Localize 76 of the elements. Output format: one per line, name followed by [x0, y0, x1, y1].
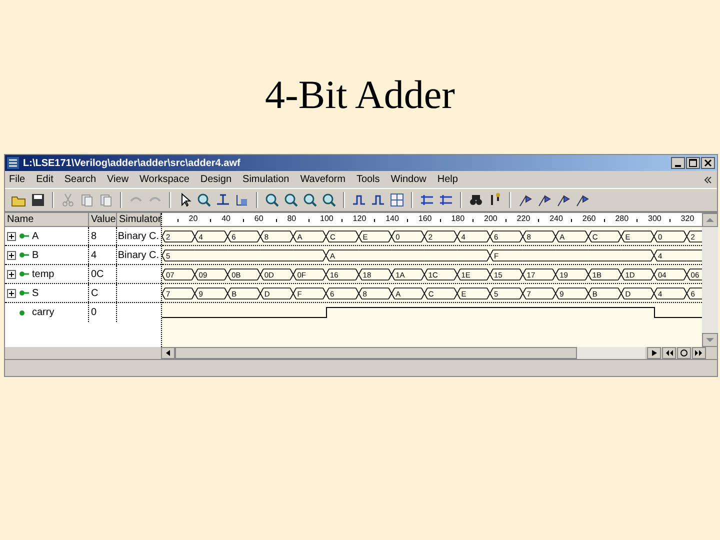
rewind-button[interactable] — [662, 347, 676, 359]
tick-label: 260 — [582, 214, 596, 223]
menu-item[interactable]: Tools — [356, 174, 380, 185]
signal-name[interactable]: B — [32, 250, 39, 260]
tick-label: 280 — [615, 214, 629, 223]
play-button[interactable] — [647, 347, 661, 359]
expand-icon[interactable] — [7, 270, 16, 278]
tick-label: 40 — [222, 214, 230, 223]
menu-item[interactable]: Workspace — [140, 174, 190, 185]
app-icon — [7, 157, 19, 169]
menu-item[interactable]: Window — [390, 174, 426, 185]
tick-label: 80 — [287, 214, 296, 223]
tick-label: 160 — [418, 214, 432, 223]
menu-item[interactable]: Waveform — [300, 174, 346, 185]
slide-title: 4-Bit Adder — [264, 71, 456, 119]
tick-label: 180 — [451, 214, 465, 223]
expand-icon[interactable] — [7, 288, 16, 298]
column-header[interactable]: Simulator — [117, 213, 161, 227]
expand-icon[interactable] — [7, 250, 16, 260]
tick-label: 300 — [648, 214, 662, 223]
menu-item[interactable]: Search — [64, 174, 96, 185]
window-title: L:\LSE171\Verilog\adder\adder\src\adder4.awf — [23, 158, 240, 168]
zoom-fit-icon[interactable] — [302, 192, 318, 208]
tick-label: 120 — [352, 214, 366, 223]
horizontal-scrollbar[interactable] — [161, 347, 645, 359]
expand-icon[interactable] — [7, 232, 16, 240]
zoom-icon[interactable] — [196, 192, 212, 208]
tick-label: 60 — [254, 214, 264, 223]
zoom-out-icon[interactable] — [283, 192, 299, 208]
signal-icon — [19, 232, 29, 240]
close-button[interactable] — [701, 157, 715, 169]
signal-value: C — [91, 288, 98, 298]
tick-label: 200 — [484, 214, 498, 223]
signal-icon — [19, 289, 29, 297]
chevron-icon[interactable] — [703, 174, 713, 184]
zoom-range-icon[interactable] — [321, 192, 337, 208]
tick-label: 240 — [550, 214, 563, 223]
column-header[interactable]: Name — [5, 213, 89, 227]
menu-item[interactable]: Design — [200, 174, 232, 185]
tick-label: 140 — [386, 214, 399, 223]
column-header[interactable]: Value — [89, 213, 117, 227]
tick-label: 100 — [320, 214, 334, 223]
grid-icon[interactable] — [389, 192, 405, 208]
fast-forward-button[interactable] — [692, 347, 706, 359]
signal-value: 0 — [91, 307, 97, 318]
stop-button[interactable] — [677, 347, 691, 359]
signal-value: 8 — [91, 230, 97, 242]
menu-item[interactable]: Edit — [36, 174, 54, 185]
tick-label: 320 — [680, 214, 694, 223]
maximize-button[interactable] — [686, 157, 700, 169]
menu-item[interactable]: Simulation — [242, 174, 290, 185]
menu-item[interactable]: File — [9, 174, 26, 185]
minimize-button[interactable] — [671, 157, 685, 169]
menu-item[interactable]: View — [107, 174, 129, 185]
signal-icon — [19, 270, 29, 278]
signal-value: 0C — [91, 268, 104, 280]
signal-name[interactable]: carry — [32, 307, 54, 318]
scroll-left-button[interactable] — [161, 347, 175, 359]
measure-icon[interactable] — [215, 192, 231, 208]
save-icon[interactable] — [30, 192, 46, 208]
zoom-in-icon[interactable] — [264, 192, 280, 208]
bus-icon[interactable] — [438, 192, 454, 208]
signal-name[interactable]: S — [32, 288, 39, 298]
signal-icon — [19, 251, 29, 259]
binoculars-icon[interactable] — [468, 192, 484, 208]
scroll-thumb[interactable] — [175, 347, 577, 359]
bus-icon[interactable] — [419, 192, 435, 208]
signal-name[interactable]: temp — [32, 268, 54, 280]
cursor-icon[interactable] — [234, 192, 250, 208]
menu-item[interactable]: Help — [437, 174, 458, 185]
tick-label: 20 — [188, 214, 198, 223]
simulator-type: Binary C. — [118, 230, 159, 242]
signal-value: 4 — [91, 250, 97, 260]
tick-label: 220 — [516, 214, 530, 223]
signal-name[interactable]: A — [32, 230, 39, 242]
simulator-type: Binary C. — [118, 250, 159, 260]
